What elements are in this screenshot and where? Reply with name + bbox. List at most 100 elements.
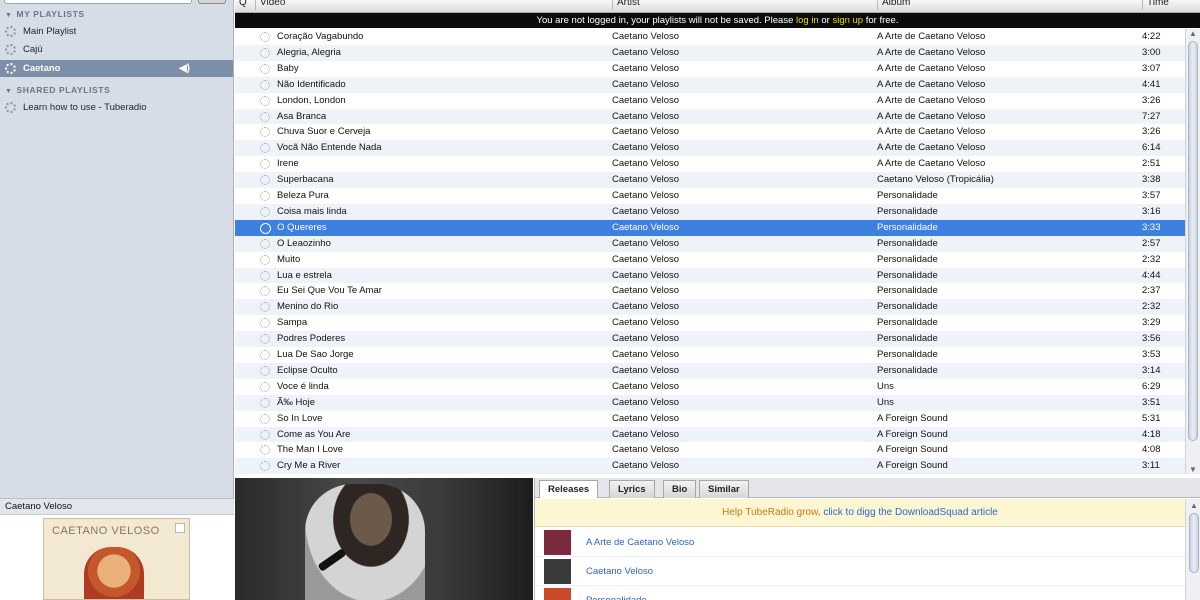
column-queue[interactable]: Q xyxy=(235,0,255,10)
track-artist: Caetano Veloso xyxy=(612,349,680,360)
gear-icon[interactable] xyxy=(260,334,270,345)
info-scrollbar[interactable]: ▲ xyxy=(1185,499,1200,600)
table-row[interactable]: The Man I Love Caetano Veloso A Foreign So… xyxy=(235,442,1185,459)
table-row[interactable]: O Quereres Caetano Veloso Personalidade 3:3… xyxy=(235,219,1185,236)
gear-icon[interactable] xyxy=(260,95,270,106)
table-row[interactable]: Come as You Are Caetano Veloso A Foreign S… xyxy=(235,426,1185,443)
gear-icon[interactable] xyxy=(260,365,270,376)
release-thumbnail[interactable] xyxy=(544,530,571,555)
table-row[interactable]: Não Identificado Caetano Veloso A Arte de … xyxy=(235,76,1185,93)
table-row[interactable]: Coração Vagabundo Caetano Veloso A Arte de… xyxy=(235,29,1185,45)
track-time: 3:14 xyxy=(1142,364,1161,376)
table-row[interactable]: Ã‰ Hoje Caetano Veloso Uns 3:51 xyxy=(235,394,1185,411)
expand-icon[interactable] xyxy=(175,523,185,533)
release-thumbnail[interactable] xyxy=(544,588,571,600)
sidebar-item-main-playlist[interactable]: Main Playlist xyxy=(0,23,233,40)
gear-icon[interactable] xyxy=(260,429,270,440)
gear-icon[interactable] xyxy=(260,381,270,392)
track-list-scrollbar[interactable]: ▲ ▼ xyxy=(1185,29,1200,474)
video-player[interactable] xyxy=(235,478,533,600)
section-header-my-playlists[interactable]: ▼ MY PLAYLISTS xyxy=(5,9,85,19)
table-row[interactable]: Vocã Não Entende Nada Caetano Veloso A Art… xyxy=(235,140,1185,157)
scroll-up-icon[interactable]: ▲ xyxy=(1189,29,1197,38)
column-time[interactable]: Time xyxy=(1142,0,1200,10)
video-singer xyxy=(305,484,425,600)
table-row[interactable]: Asa Branca Caetano Veloso A Arte de Caetan… xyxy=(235,108,1185,125)
release-link[interactable]: Caetano Veloso xyxy=(586,557,653,586)
column-album[interactable]: Album xyxy=(877,0,1142,10)
release-item[interactable]: Caetano Veloso xyxy=(535,557,1185,586)
search-button[interactable] xyxy=(198,0,226,4)
search-input[interactable] xyxy=(4,0,192,4)
gear-icon[interactable] xyxy=(260,461,270,472)
gear-icon[interactable] xyxy=(260,175,270,186)
scroll-up-icon[interactable]: ▲ xyxy=(1190,501,1198,510)
gear-icon[interactable] xyxy=(260,79,270,90)
gear-icon[interactable] xyxy=(260,143,270,154)
sidebar-item-caetano[interactable]: Caetano ◀) xyxy=(0,60,233,77)
gear-icon[interactable] xyxy=(260,63,270,74)
table-row[interactable]: Sampa Caetano Veloso Personalidade 3:29 xyxy=(235,315,1185,332)
scrollbar-thumb[interactable] xyxy=(1188,41,1198,441)
gear-icon[interactable] xyxy=(260,270,270,281)
table-row[interactable]: London, London Caetano Veloso A Arte de Ca… xyxy=(235,92,1185,109)
gear-icon[interactable] xyxy=(260,350,270,360)
table-row[interactable]: O Leaozinho Caetano Veloso Personalidade 2:… xyxy=(235,235,1185,252)
table-row[interactable]: Podres Poderes Caetano Veloso Personalidad… xyxy=(235,331,1185,348)
playing-gear-icon[interactable] xyxy=(260,222,271,234)
column-video[interactable]: Video xyxy=(255,0,612,10)
release-item[interactable]: Personalidade xyxy=(535,586,1185,600)
tuberadio-app: ▼ MY PLAYLISTS Main Playlist Cajú Caetano… xyxy=(0,0,1200,600)
scroll-down-icon[interactable]: ▼ xyxy=(1189,465,1197,474)
tab-bio[interactable]: Bio xyxy=(663,480,697,498)
table-row[interactable]: Lua e estrela Caetano Veloso Personalidade… xyxy=(235,267,1185,284)
gear-icon[interactable] xyxy=(260,413,270,424)
tab-similar[interactable]: Similar xyxy=(699,480,749,498)
digg-link[interactable]: click to digg the DownloadSquad article xyxy=(823,507,998,518)
gear-icon[interactable] xyxy=(260,127,270,138)
section-header-shared-playlists[interactable]: ▼ SHARED PLAYLISTS xyxy=(5,85,110,95)
gear-icon[interactable] xyxy=(260,445,270,456)
table-row[interactable]: Chuva Suor e Cerveja Caetano Veloso A Arte… xyxy=(235,124,1185,141)
scrollbar-thumb[interactable] xyxy=(1189,513,1199,573)
release-link[interactable]: A Arte de Caetano Veloso xyxy=(586,528,694,557)
gear-icon[interactable] xyxy=(260,111,270,122)
gear-icon[interactable] xyxy=(260,238,270,249)
table-row[interactable]: Coisa mais linda Caetano Veloso Personalid… xyxy=(235,203,1185,220)
table-row[interactable]: So In Love Caetano Veloso A Foreign Sound 5… xyxy=(235,410,1185,427)
gear-icon[interactable] xyxy=(260,397,270,408)
table-row[interactable]: Lua De Sao Jorge Caetano Veloso Personalid… xyxy=(235,347,1185,363)
signup-link[interactable]: sign up xyxy=(832,15,863,26)
column-artist[interactable]: Artist xyxy=(612,0,877,10)
track-time: 3:53 xyxy=(1142,349,1161,360)
table-row[interactable]: Eu Sei Que Vou Te Amar Caetano Veloso Pers… xyxy=(235,283,1185,300)
table-row[interactable]: Voce é linda Caetano Veloso Uns 6:29 xyxy=(235,378,1185,395)
table-row[interactable]: Cry Me a River Caetano Veloso A Foreign So… xyxy=(235,458,1185,474)
release-item[interactable]: A Arte de Caetano Veloso xyxy=(535,528,1185,557)
gear-icon[interactable] xyxy=(260,302,270,313)
gear-icon[interactable] xyxy=(260,47,270,58)
table-row[interactable]: Beleza Pura Caetano Veloso Personalidade 3:… xyxy=(235,188,1185,204)
table-row[interactable]: Menino do Rio Caetano Veloso Personalidade… xyxy=(235,299,1185,316)
table-row[interactable]: Baby Caetano Veloso A Arte de Caetano Velo… xyxy=(235,60,1185,77)
table-row[interactable]: Eclipse Oculto Caetano Veloso Personalidad… xyxy=(235,362,1185,379)
table-row[interactable]: Superbacana Caetano Veloso Caetano Veloso … xyxy=(235,172,1185,189)
gear-icon[interactable] xyxy=(260,254,270,265)
table-row[interactable]: Muito Caetano Veloso Personalidade 2:32 xyxy=(235,251,1185,268)
sidebar-item-learn[interactable]: Learn how to use - Tuberadio xyxy=(0,99,233,116)
gear-icon[interactable] xyxy=(260,206,270,217)
sidebar-item-caju[interactable]: Cajú xyxy=(0,41,233,58)
login-link[interactable]: log in xyxy=(796,15,819,26)
tab-releases[interactable]: Releases xyxy=(539,480,599,498)
gear-icon[interactable] xyxy=(260,191,270,201)
tab-lyrics[interactable]: Lyrics xyxy=(609,480,655,498)
gear-icon[interactable] xyxy=(260,159,270,170)
table-row[interactable]: Irene Caetano Veloso A Arte de Caetano Vel… xyxy=(235,156,1185,173)
gear-icon[interactable] xyxy=(260,286,270,297)
table-row[interactable]: Alegria, Alegria Caetano Veloso A Arte de … xyxy=(235,44,1185,61)
release-thumbnail[interactable] xyxy=(544,559,571,584)
release-link[interactable]: Personalidade xyxy=(586,586,647,600)
gear-icon[interactable] xyxy=(260,32,270,42)
album-cover[interactable]: CAETANO VELOSO xyxy=(43,518,190,600)
gear-icon[interactable] xyxy=(260,318,270,329)
